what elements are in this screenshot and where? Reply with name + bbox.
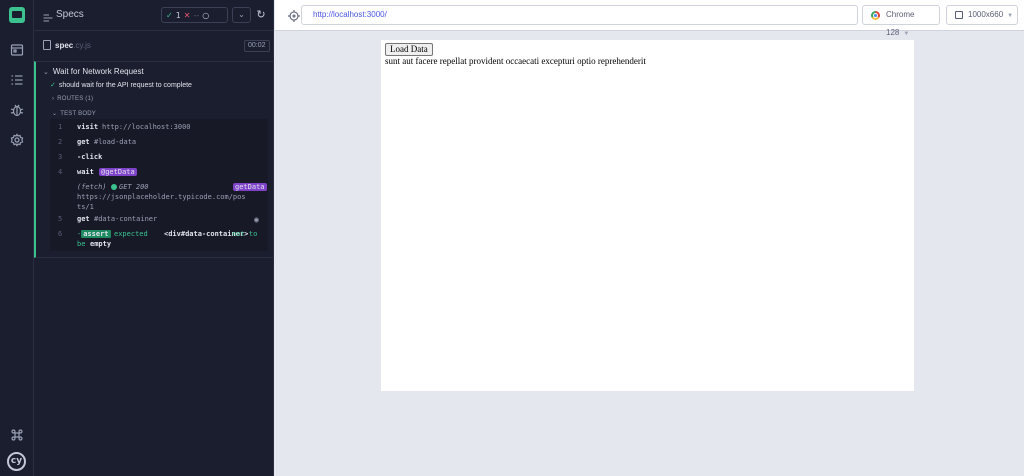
settings-icon[interactable] <box>10 133 24 147</box>
file-icon <box>43 40 51 50</box>
specs-label[interactable]: Specs <box>56 9 84 20</box>
reporter-header: Specs ✓ 1 ✕ -- ○ ⌄ ↻ <box>34 0 274 31</box>
chevron-down-icon[interactable]: ⌄ <box>232 7 251 23</box>
app-logo-icon <box>9 7 25 23</box>
browser-selector[interactable]: Chrome 128 ▼ <box>862 5 940 37</box>
routes-toggle[interactable]: › ROUTES (1) <box>52 96 93 102</box>
passed-icon: ✓ <box>166 10 173 20</box>
check-icon: ✓ <box>50 82 56 89</box>
side-nav-rail: cy <box>0 0 34 476</box>
url-bar[interactable]: http://localhost:3000/ <box>301 5 858 25</box>
test-body-toggle[interactable]: ⌄ TEST BODY <box>52 110 96 117</box>
browser-toolbar: http://localhost:3000/ Chrome 128 ▼ 1000x… <box>275 0 1024 37</box>
assert-badge: assert <box>81 230 111 238</box>
failed-icon: ✕ <box>183 10 191 20</box>
chevron-down-icon: ⌄ <box>52 111 58 117</box>
keyboard-shortcuts-icon[interactable] <box>10 428 24 442</box>
cypress-logo-icon: cy <box>7 452 26 471</box>
suite-title[interactable]: ⌄ Wait for Network Request <box>43 67 144 76</box>
reporter-panel: Specs ✓ 1 ✕ -- ○ ⌄ ↻ spec.cy.js 00:02 ⌄ W… <box>34 0 274 476</box>
alias-badge: @getData <box>99 168 137 176</box>
chevron-down-icon: ▼ <box>903 31 910 37</box>
chevron-down-icon: ▼ <box>1007 13 1014 19</box>
alias-badge: getData <box>233 183 267 191</box>
spec-duration: 00:02 <box>244 40 270 52</box>
specs-list-icon[interactable] <box>10 73 24 87</box>
wait-request-detail[interactable]: (fetch) GET 200 https://jsonplaceholder.… <box>50 183 268 213</box>
pending-icon: ○ <box>202 10 210 20</box>
data-container: sunt aut facere repellat provident occae… <box>385 56 646 66</box>
viewport-size[interactable]: 1000x660 ▼ <box>946 5 1018 25</box>
chevron-right-icon: › <box>52 96 55 102</box>
chrome-icon <box>871 11 880 20</box>
debug-icon[interactable] <box>10 103 24 117</box>
command-log: 1 visit http://localhost:3000 2 get #loa… <box>50 119 268 251</box>
test-title[interactable]: ✓ should wait for the API request to comp… <box>50 81 192 89</box>
passed-count: 1 <box>175 10 181 20</box>
selector-playground-icon[interactable] <box>286 8 302 24</box>
runs-icon[interactable] <box>10 43 24 57</box>
test-stats: ✓ 1 ✕ -- ○ <box>161 7 228 23</box>
spec-name: spec.cy.js <box>55 41 91 50</box>
reload-icon[interactable]: ↻ <box>253 7 269 23</box>
status-dot-icon <box>111 184 117 190</box>
specs-menu-icon[interactable] <box>43 10 53 22</box>
failed-count: -- <box>193 10 200 20</box>
command-row[interactable]: 6 - assert expected <div#data-container> … <box>50 230 268 250</box>
viewport-icon <box>955 11 963 19</box>
app-under-test-frame: Load Data sunt aut facere repellat provi… <box>381 40 914 391</box>
load-data-button[interactable]: Load Data <box>385 43 433 56</box>
chevron-down-icon: ⌄ <box>43 69 49 76</box>
spec-file-row: spec.cy.js 00:02 <box>34 35 274 57</box>
eye-icon[interactable]: ◉ <box>254 215 259 224</box>
suite-block: ⌄ Wait for Network Request ✓ should wait f… <box>34 61 274 258</box>
